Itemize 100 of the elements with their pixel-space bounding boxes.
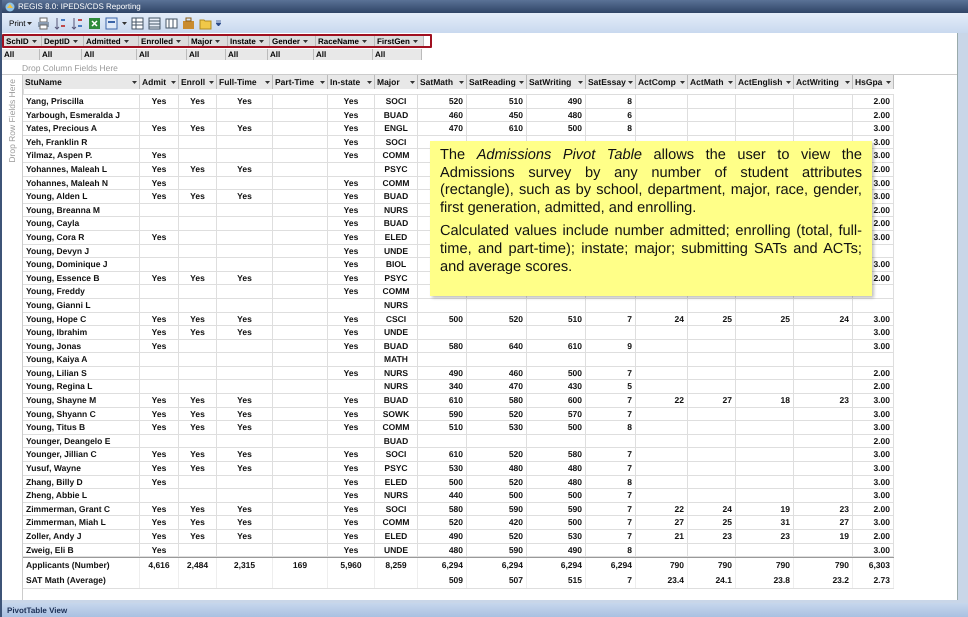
column-header[interactable]: Admit <box>140 75 179 89</box>
column-header[interactable]: In-state <box>328 75 375 89</box>
app-icon <box>5 2 15 12</box>
filter-field[interactable]: Enrolled <box>139 36 189 46</box>
filter-value[interactable]: All <box>82 49 137 60</box>
table-cell: 3.00 <box>853 462 894 475</box>
filter-value[interactable]: All <box>226 49 268 60</box>
table-cell: 570 <box>527 408 586 420</box>
column-header[interactable]: HsGpa <box>853 75 894 89</box>
table-cell: Yes <box>179 462 217 475</box>
table-cell: Yes <box>140 502 179 516</box>
filter-value[interactable]: All <box>268 49 314 60</box>
caret-icon <box>728 80 733 84</box>
table-cell: Yes <box>328 394 375 407</box>
row-label: Zweig, Eli B <box>23 544 140 556</box>
table-cell: 2.00 <box>853 434 894 448</box>
caret-icon <box>845 80 850 84</box>
column-header[interactable]: ActEnglish <box>736 75 794 89</box>
filter-value[interactable]: All <box>137 49 187 60</box>
table-cell: 450 <box>467 108 527 122</box>
window-icon[interactable] <box>105 16 118 30</box>
table-cell: Yes <box>140 95 179 108</box>
column-header[interactable]: ActWriting <box>794 75 853 89</box>
column-header[interactable]: ActComp <box>636 75 688 89</box>
column-header[interactable]: Major <box>375 75 418 89</box>
caret-icon <box>171 80 176 84</box>
table-cell: Yes <box>328 204 375 216</box>
table-cell: 18 <box>736 394 794 407</box>
table-cell: 500 <box>527 366 586 380</box>
caret-icon <box>628 80 633 84</box>
filter-field[interactable]: Major <box>189 36 228 46</box>
table-cell: 430 <box>527 380 586 394</box>
row-label: Young, Alden L <box>23 190 140 203</box>
table-cell: 3.00 <box>853 516 894 529</box>
column-header[interactable]: Part-Time <box>273 75 328 89</box>
row-label: Young, Shyann C <box>23 408 140 420</box>
table-cell: COMM <box>375 421 418 434</box>
table-cell: 520 <box>467 312 527 326</box>
printer-icon[interactable] <box>37 16 50 30</box>
column-header[interactable]: ActMath <box>688 75 736 89</box>
table-cell: 7 <box>586 408 636 420</box>
filter-value[interactable]: All <box>314 49 373 60</box>
caret-icon <box>362 40 367 42</box>
spreadsheet-icon[interactable] <box>88 16 102 30</box>
toolbox-icon[interactable] <box>182 16 196 30</box>
filter-value[interactable]: All <box>187 49 226 60</box>
table-cell: 790 <box>688 558 736 574</box>
table-cell: 3.00 <box>853 326 894 339</box>
row-label: Younger, Jillian C <box>23 448 140 462</box>
table-cell: Yes <box>140 530 179 543</box>
table-cell: 490 <box>418 366 467 380</box>
table-cell: Yes <box>140 190 179 203</box>
filter-field[interactable]: Admitted <box>84 36 139 46</box>
filter-value[interactable]: All <box>40 49 82 60</box>
table-cell: SOCI <box>375 502 418 516</box>
table-cell: 2.00 <box>853 95 894 108</box>
overflow-icon[interactable] <box>216 20 222 26</box>
table-cell: ELED <box>375 476 418 488</box>
columns-icon[interactable] <box>165 16 178 30</box>
table-cell: Yes <box>328 272 375 284</box>
table-cell: 25 <box>736 312 794 326</box>
table-cell: 22 <box>636 394 688 407</box>
column-header[interactable]: Full-Time <box>217 75 273 89</box>
table-cell: 19 <box>736 502 794 516</box>
filter-value[interactable]: All <box>373 49 422 60</box>
table-cell: Yes <box>217 448 273 462</box>
column-header[interactable]: StuName <box>23 75 140 89</box>
filter-field[interactable]: Gender <box>270 36 316 46</box>
table-cell: COMM <box>375 516 418 529</box>
sort-ascending-icon[interactable] <box>54 16 68 30</box>
filter-field[interactable]: DeptID <box>42 36 84 46</box>
table-cell: Yes <box>179 122 217 135</box>
filter-field[interactable]: RaceName <box>316 36 375 46</box>
column-header[interactable]: SatMath <box>418 75 467 89</box>
filter-field[interactable]: Instate <box>228 36 270 46</box>
filter-field[interactable]: FirstGen <box>375 36 424 46</box>
table-cell: 530 <box>467 421 527 434</box>
column-header[interactable]: Enroll <box>179 75 217 89</box>
row-label: Young, Devyn J <box>23 244 140 258</box>
table-cell: 7 <box>586 394 636 407</box>
table-cell: 590 <box>418 408 467 420</box>
sort-descending-icon[interactable] <box>71 16 84 30</box>
print-button[interactable]: Print <box>8 16 34 30</box>
table-icon[interactable] <box>131 16 144 30</box>
caret-icon <box>786 80 791 84</box>
filter-field[interactable]: SchID <box>4 36 42 46</box>
grid-icon[interactable] <box>148 16 162 30</box>
column-header[interactable]: SatWriting <box>527 75 586 89</box>
column-header[interactable]: SatReading <box>467 75 527 89</box>
row-label: Young, Dominique J <box>23 258 140 271</box>
row-label: Younger, Deangelo E <box>23 434 140 448</box>
table-cell: 500 <box>527 421 586 434</box>
filter-value[interactable]: All <box>2 49 40 60</box>
table-cell: Yes <box>140 476 179 488</box>
caret-icon <box>122 22 128 24</box>
column-header[interactable]: SatEssay <box>586 75 636 89</box>
caret-icon <box>124 40 129 42</box>
table-cell: 24 <box>794 312 853 326</box>
table-cell: 520 <box>467 530 527 543</box>
summary-label: SAT Math (Average) <box>23 573 140 588</box>
